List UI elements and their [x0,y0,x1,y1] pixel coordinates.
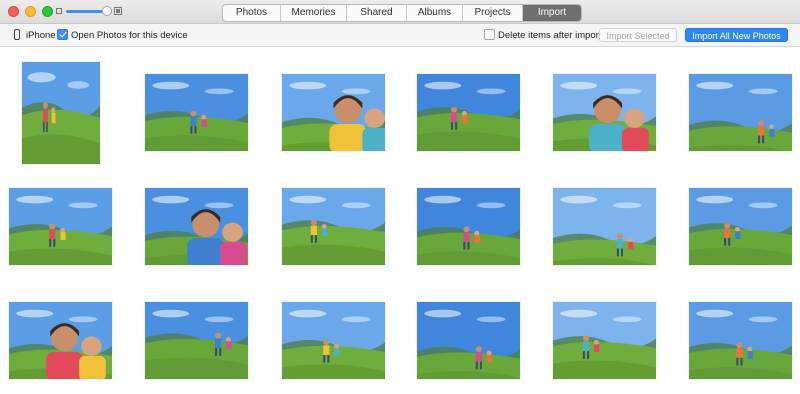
photo-thumbnail[interactable] [145,74,248,151]
photo-grid [0,47,800,394]
photo-thumbnail[interactable] [553,302,656,379]
import-all-button[interactable]: Import All New Photos [685,28,788,42]
photo-thumbnail[interactable] [689,188,792,265]
title-bar: Photos Memories Shared Albums Projects I… [0,0,800,24]
device-name: iPhone [26,30,56,41]
delete-items-checkbox[interactable] [484,29,495,40]
photo-thumbnail[interactable] [689,74,792,151]
close-window-button[interactable] [8,6,19,17]
photo-thumbnail[interactable] [145,188,248,265]
tab-albums[interactable]: Albums [407,5,463,21]
photo-thumbnail[interactable] [689,302,792,379]
import-selected-button[interactable]: Import Selected [599,28,677,42]
open-photos-checkbox[interactable] [57,29,68,40]
tab-memories[interactable]: Memories [281,5,347,21]
photo-thumbnail[interactable] [282,74,385,151]
tab-photos[interactable]: Photos [223,5,281,21]
photo-thumbnail[interactable] [9,188,112,265]
fullscreen-window-button[interactable] [42,6,53,17]
photo-thumbnail[interactable] [145,302,248,379]
zoom-out-icon [56,8,62,14]
zoom-control [56,5,122,16]
zoom-in-icon [114,7,122,15]
photo-thumbnail[interactable] [417,302,520,379]
delete-items-label[interactable]: Delete items after import [498,30,601,41]
photo-thumbnail[interactable] [9,302,112,379]
photo-thumbnail[interactable] [553,188,656,265]
minimize-window-button[interactable] [25,6,36,17]
zoom-slider[interactable] [66,5,112,16]
photo-thumbnail[interactable] [22,62,100,164]
tab-projects[interactable]: Projects [463,5,523,21]
view-tabs: Photos Memories Shared Albums Projects I… [222,4,582,22]
tab-shared[interactable]: Shared [347,5,407,21]
open-photos-label[interactable]: Open Photos for this device [71,30,188,41]
photo-thumbnail[interactable] [282,188,385,265]
photo-thumbnail[interactable] [553,74,656,151]
window-controls [8,6,53,17]
photo-thumbnail[interactable] [417,188,520,265]
photo-thumbnail[interactable] [282,302,385,379]
import-bar: iPhone Open Photos for this device Delet… [0,24,800,47]
tab-import[interactable]: Import [523,5,581,21]
iphone-icon [14,29,20,40]
photo-thumbnail[interactable] [417,74,520,151]
